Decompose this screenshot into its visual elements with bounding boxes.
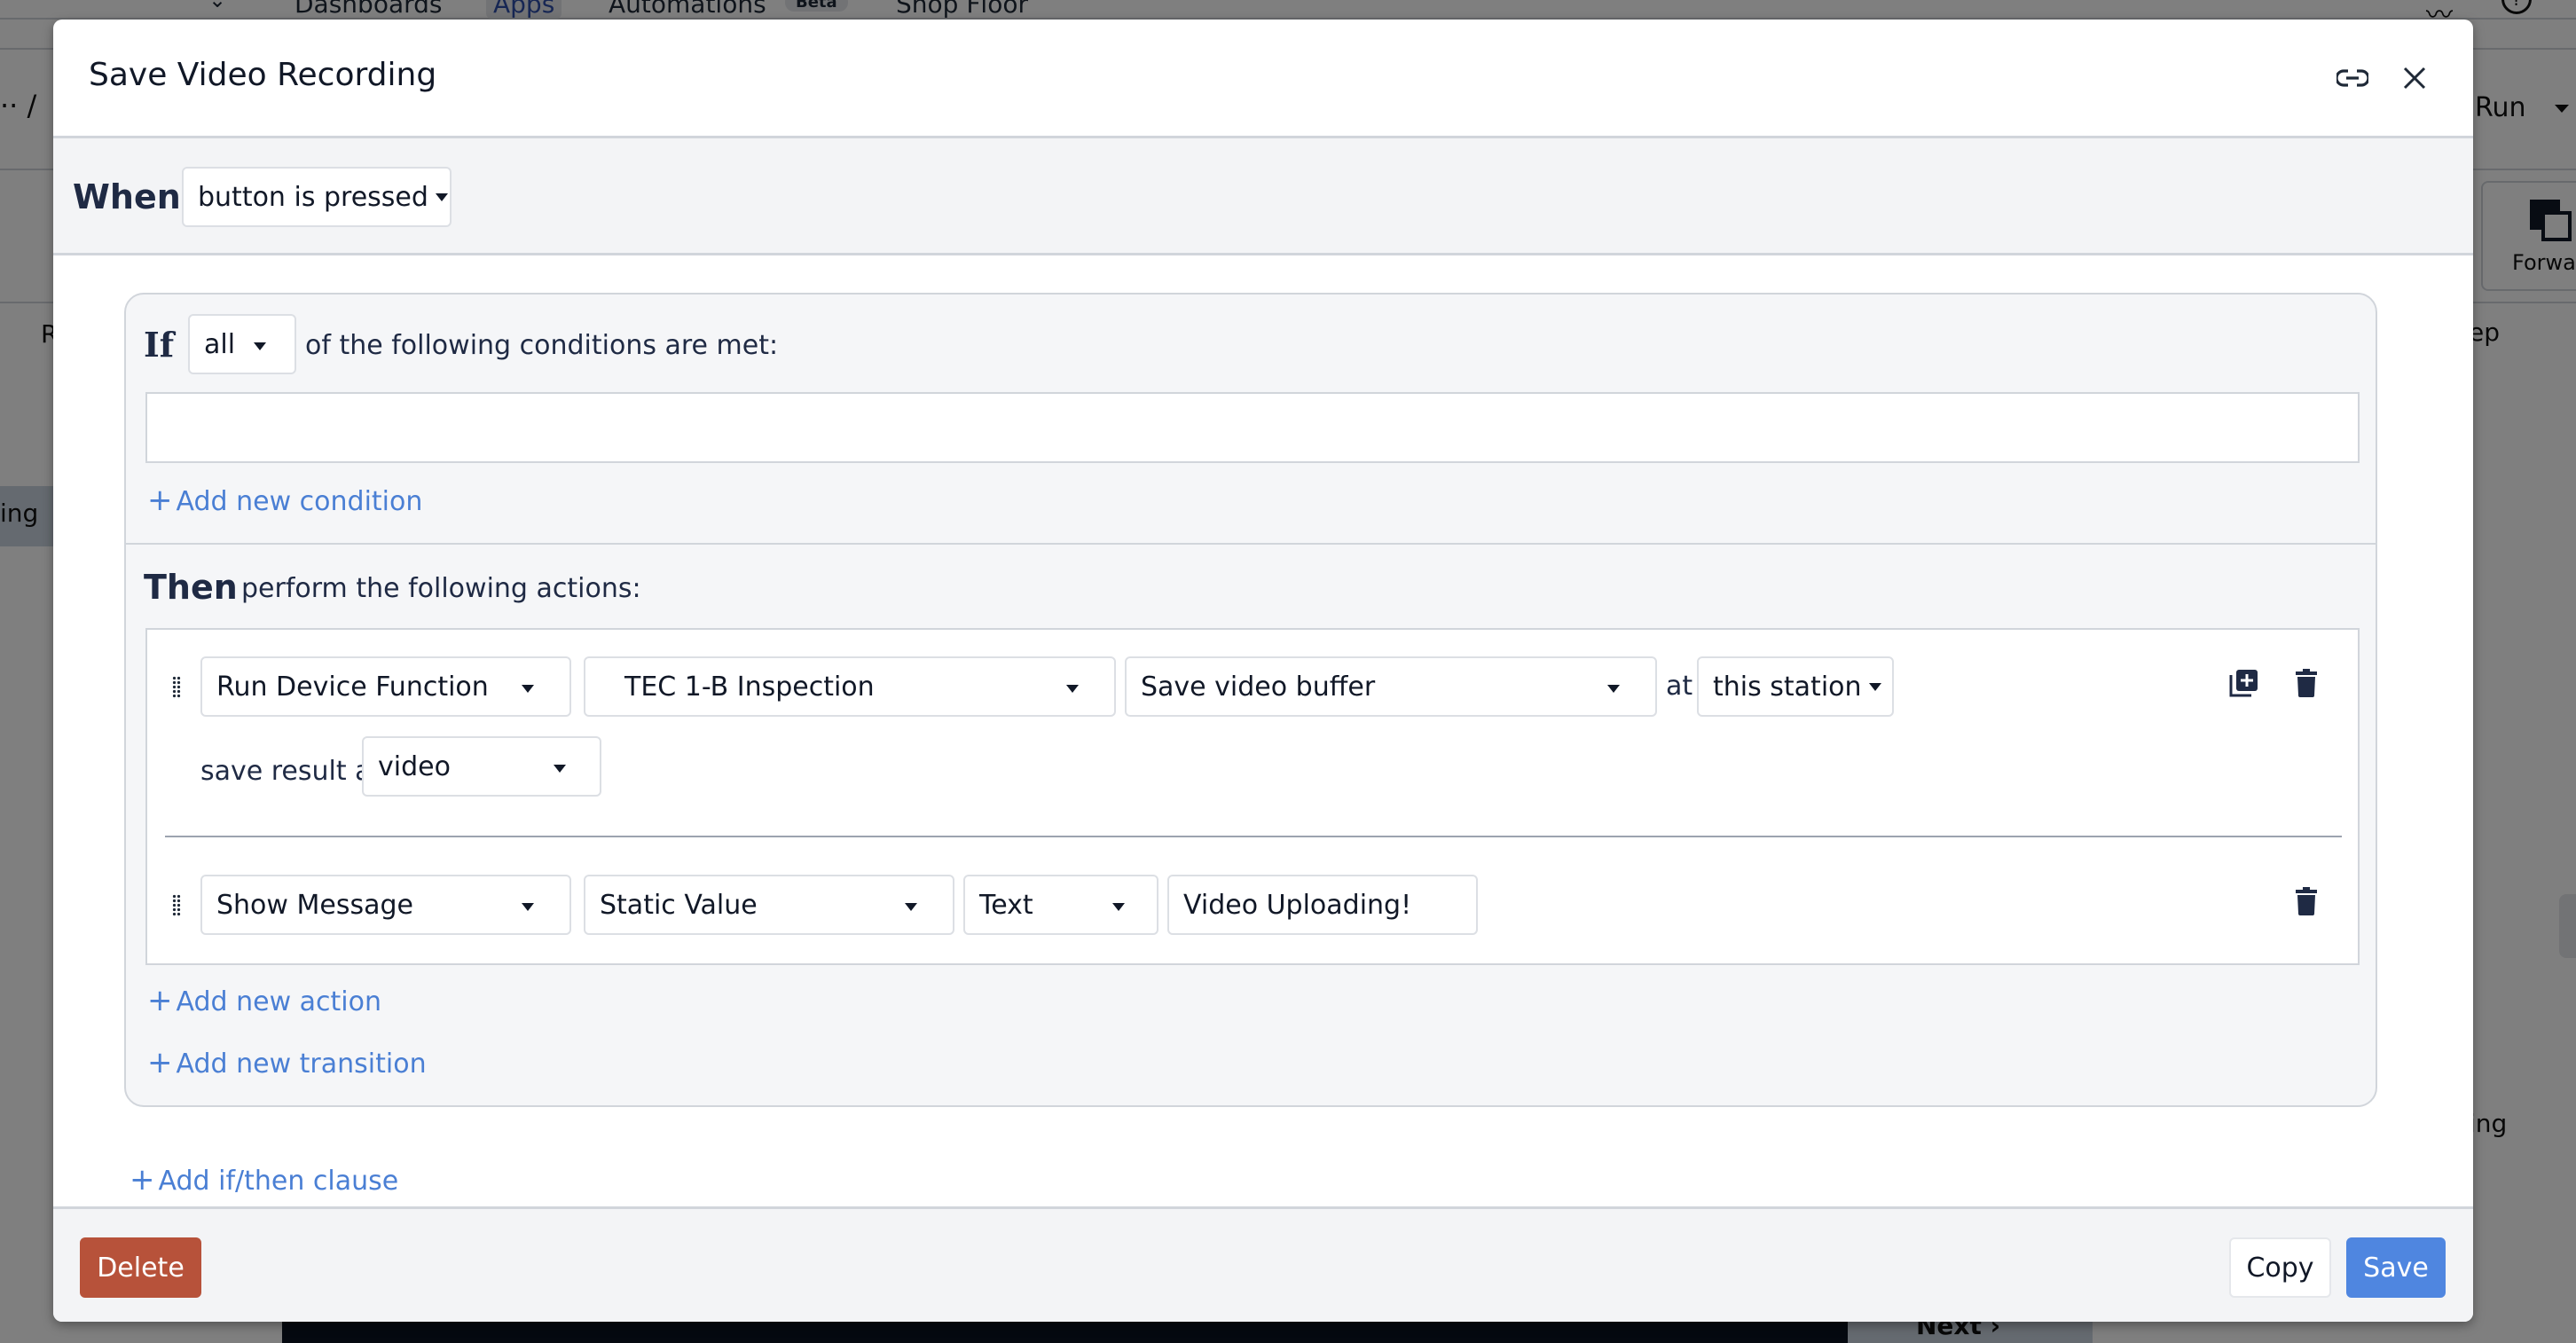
if-label: If: [144, 325, 175, 365]
plus-icon: +: [147, 1045, 173, 1080]
message-source-select[interactable]: Static Value: [584, 875, 954, 935]
modal-title: Save Video Recording: [89, 57, 437, 93]
close-icon[interactable]: [2395, 59, 2434, 98]
save-result-label: save result as: [200, 756, 386, 787]
action-type-select[interactable]: Run Device Function: [200, 656, 571, 717]
copy-button[interactable]: Copy: [2229, 1237, 2331, 1298]
trash-icon[interactable]: [2289, 665, 2324, 701]
trash-icon[interactable]: [2289, 884, 2324, 919]
chevron-down-icon: [254, 342, 266, 350]
plus-icon: +: [130, 1162, 155, 1198]
modal-header: Save Video Recording: [53, 20, 2473, 138]
conditions-list: [145, 392, 2360, 463]
when-label: When: [73, 177, 181, 216]
device-value: TEC 1-B Inspection: [624, 671, 875, 703]
save-result-value: video: [378, 750, 451, 782]
chevron-down-icon: [522, 685, 534, 693]
data-type-value: Text: [979, 889, 1033, 921]
data-type-select[interactable]: Text: [963, 875, 1158, 935]
add-condition-link[interactable]: + Add new condition: [147, 483, 422, 518]
chevron-down-icon: [435, 192, 448, 201]
chevron-down-icon: [554, 765, 566, 773]
modal-body: If all of the following conditions are m…: [53, 255, 2473, 1206]
add-transition-link[interactable]: + Add new transition: [147, 1045, 427, 1080]
divider: [165, 836, 2342, 837]
chevron-down-icon: [1868, 682, 1881, 691]
device-function-value: Save video buffer: [1141, 671, 1376, 703]
add-action-link[interactable]: + Add new action: [147, 983, 381, 1018]
plus-icon: +: [147, 983, 173, 1018]
trigger-select[interactable]: button is pressed: [182, 167, 452, 227]
chevron-down-icon: [1112, 903, 1125, 911]
add-clause-link[interactable]: + Add if/then clause: [130, 1162, 398, 1198]
save-result-select[interactable]: video: [362, 736, 601, 797]
save-button[interactable]: Save: [2346, 1237, 2446, 1298]
add-transition-label: Add new transition: [176, 1048, 427, 1080]
chevron-down-icon: [1607, 685, 1620, 693]
link-icon[interactable]: [2333, 59, 2372, 98]
if-description: of the following conditions are met:: [305, 330, 779, 361]
then-label: Then: [144, 568, 238, 607]
drag-handle-icon[interactable]: [172, 894, 181, 917]
match-mode-value: all: [204, 328, 236, 360]
modal-footer: Delete Copy Save: [53, 1206, 2473, 1322]
plus-icon: +: [147, 483, 173, 518]
action-type-value: Run Device Function: [216, 671, 489, 703]
location-select[interactable]: this station: [1697, 656, 1894, 717]
then-description: perform the following actions:: [241, 573, 641, 604]
add-clause-label: Add if/then clause: [158, 1166, 399, 1197]
at-label: at: [1666, 671, 1693, 702]
duplicate-action-icon[interactable]: [2227, 665, 2262, 701]
drag-handle-icon[interactable]: [172, 676, 181, 699]
action-type-value: Show Message: [216, 889, 413, 921]
device-select[interactable]: TEC 1-B Inspection: [584, 656, 1116, 717]
action-type-select[interactable]: Show Message: [200, 875, 571, 935]
if-then-clause: If all of the following conditions are m…: [124, 293, 2377, 1107]
trigger-editor-modal: Save Video Recording When button is pres…: [53, 20, 2473, 1322]
add-action-label: Add new action: [176, 986, 382, 1017]
add-condition-label: Add new condition: [176, 486, 423, 517]
message-source-value: Static Value: [600, 889, 758, 921]
chevron-down-icon: [1066, 685, 1079, 693]
trigger-select-value: button is pressed: [198, 181, 428, 213]
location-value: this station: [1713, 671, 1862, 703]
chevron-down-icon: [905, 903, 917, 911]
when-section: When button is pressed: [53, 138, 2473, 255]
message-value-input[interactable]: Video Uploading!: [1167, 875, 1478, 935]
message-value-text: Video Uploading!: [1183, 889, 1412, 921]
device-function-select[interactable]: Save video buffer: [1125, 656, 1657, 717]
actions-list: Run Device Function TEC 1-B Inspection S…: [145, 628, 2360, 965]
divider: [126, 543, 2376, 545]
delete-button[interactable]: Delete: [80, 1237, 201, 1298]
match-mode-select[interactable]: all: [188, 314, 296, 374]
chevron-down-icon: [522, 903, 534, 911]
